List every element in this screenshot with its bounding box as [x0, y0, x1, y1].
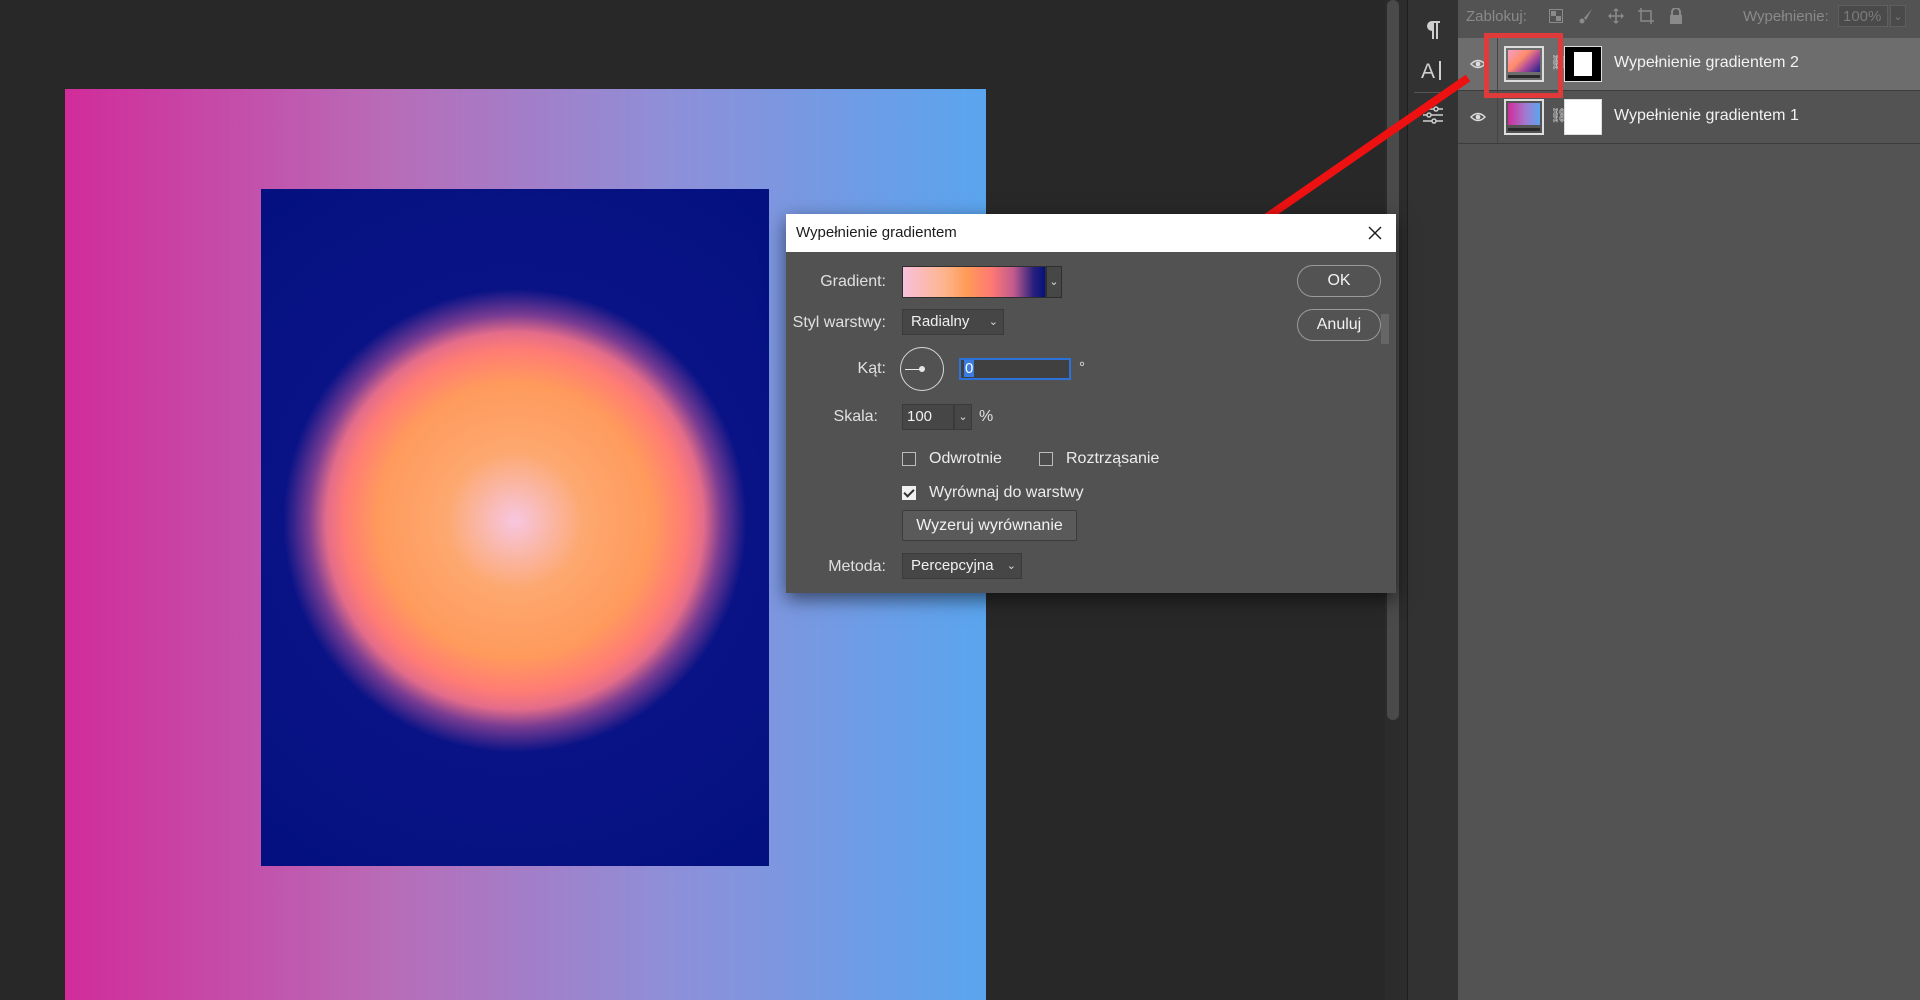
layers-panel: Zablokuj: Wypełnienie: 100% ⌄ ⛓ Wypełnie… [1458, 0, 1920, 1000]
layer-name[interactable]: Wypełnienie gradientem 1 [1614, 107, 1799, 125]
character-icon[interactable]: A [1408, 50, 1458, 90]
chevron-down-icon: ⌄ [1006, 560, 1016, 572]
dialog-title: Wypełnienie gradientem [796, 224, 957, 241]
cancel-button[interactable]: Anuluj [1297, 309, 1381, 341]
style-select[interactable]: Radialny ⌄ [902, 309, 1004, 335]
style-label: Styl warstwy: [792, 314, 886, 331]
reverse-checkbox[interactable] [902, 452, 916, 466]
method-select-value: Percepcyjna [911, 557, 994, 574]
dither-checkbox[interactable] [1039, 452, 1053, 466]
gradient-picker-swatch[interactable] [902, 266, 1046, 298]
style-select-value: Radialny [911, 313, 970, 330]
scale-dropdown-chevron-icon[interactable]: ⌄ [954, 404, 972, 430]
gradient-dropdown-chevron-icon[interactable]: ⌄ [1046, 266, 1062, 298]
angle-input[interactable]: 0 [959, 358, 1071, 380]
gradient-fill-dialog: Wypełnienie gradientem Gradient: ⌄ Styl … [786, 214, 1396, 593]
reverse-label[interactable]: Odwrotnie [929, 450, 1002, 468]
layer-thumbnail[interactable] [1504, 99, 1544, 135]
lock-bar: Zablokuj: Wypełnienie: 100% ⌄ [1458, 0, 1920, 34]
radial-gradient-layer [261, 189, 769, 866]
align-with-layer-label[interactable]: Wyrównaj do warstwy [929, 484, 1084, 502]
divider [1414, 92, 1452, 93]
lock-brush-icon[interactable] [1576, 6, 1596, 26]
visibility-eye-icon[interactable] [1470, 109, 1486, 125]
reset-alignment-button[interactable]: Wyzeruj wyrównanie [902, 510, 1077, 541]
align-with-layer-checkbox[interactable] [902, 486, 916, 500]
lock-artboard-icon[interactable] [1636, 6, 1656, 26]
link-chain-icon[interactable]: ⛓ [1550, 107, 1568, 127]
ok-button[interactable]: OK [1297, 265, 1381, 297]
layer-mask-thumbnail[interactable] [1564, 46, 1602, 82]
layer-row-gradient-1[interactable]: ⛓ Wypełnienie gradientem 1 [1458, 91, 1920, 144]
dialog-titlebar[interactable]: Wypełnienie gradientem [786, 214, 1396, 252]
lock-transparency-icon[interactable] [1546, 6, 1566, 26]
lock-all-icon[interactable] [1666, 6, 1686, 26]
dither-label[interactable]: Roztrząsanie [1066, 450, 1159, 468]
divider [1497, 91, 1498, 143]
percent-unit: % [979, 408, 994, 425]
dialog-edge-strip [1381, 314, 1389, 344]
layer-mask-thumbnail[interactable] [1564, 99, 1602, 135]
degree-unit: ° [1079, 359, 1085, 376]
close-icon[interactable] [1362, 220, 1388, 246]
fill-label: Wypełnienie: [1743, 8, 1829, 25]
method-label: Metoda: [828, 558, 886, 575]
adjustments-icon[interactable] [1408, 95, 1458, 135]
scale-input[interactable]: 100 [902, 404, 954, 430]
scale-label: Skala: [833, 408, 878, 425]
fill-dropdown-chevron-icon[interactable]: ⌄ [1890, 5, 1906, 27]
gradient-label: Gradient: [820, 273, 886, 290]
lock-label: Zablokuj: [1466, 8, 1527, 25]
pilcrow-icon[interactable] [1408, 10, 1458, 50]
angle-label: Kąt: [857, 360, 886, 377]
thumbnail-highlight-box [1484, 33, 1563, 98]
method-select[interactable]: Percepcyjna ⌄ [902, 553, 1022, 579]
lock-move-icon[interactable] [1606, 6, 1626, 26]
layer-name[interactable]: Wypełnienie gradientem 2 [1614, 54, 1799, 72]
panel-tool-strip: A [1407, 0, 1459, 1000]
chevron-down-icon: ⌄ [988, 316, 998, 328]
angle-dial[interactable] [900, 347, 944, 391]
angle-input-value: 0 [964, 360, 975, 377]
fill-opacity-input[interactable]: 100% [1838, 5, 1888, 27]
svg-text:A: A [1421, 60, 1435, 82]
